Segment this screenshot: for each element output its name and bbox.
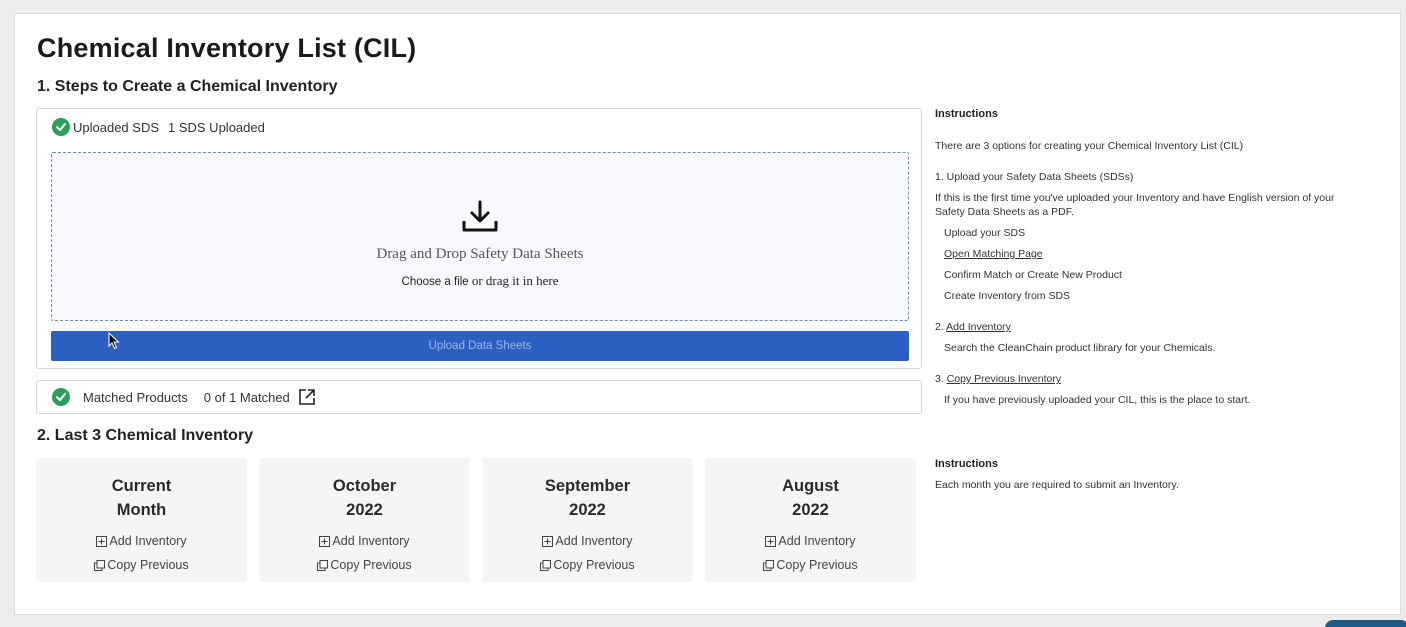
add-inventory-link[interactable]: Add Inventory bbox=[705, 534, 916, 548]
dropzone-title: Drag and Drop Safety Data Sheets bbox=[376, 246, 584, 262]
page-container: Chemical Inventory List (CIL) 1. Steps t… bbox=[14, 13, 1401, 615]
copy-icon bbox=[540, 559, 552, 571]
card-month: September 2022 bbox=[544, 477, 631, 519]
copy-previous-inventory-link[interactable]: Copy Previous Inventory bbox=[947, 373, 1061, 385]
option3-desc: If you have previously uploaded your CIL… bbox=[944, 394, 1251, 406]
option1-desc-b: Safety Data Sheets as a PDF. bbox=[935, 206, 1074, 218]
plus-square-icon bbox=[96, 535, 108, 547]
option1-step-confirm: Confirm Match or Create New Product bbox=[944, 269, 1122, 281]
uploaded-status: Uploaded SDS 1 SDS Uploaded bbox=[52, 118, 265, 136]
inventory-card: October 2022 Add Inventory Copy Previous bbox=[259, 458, 470, 582]
add-inventory-link[interactable]: Add Inventory bbox=[482, 534, 693, 548]
add-inventory-link[interactable]: Add Inventory bbox=[259, 534, 470, 548]
check-circle-icon bbox=[52, 118, 70, 136]
copy-previous-link[interactable]: Copy Previous bbox=[259, 558, 470, 572]
matched-count: 0 of 1 Matched bbox=[203, 389, 290, 405]
copy-previous-link[interactable]: Copy Previous bbox=[705, 558, 916, 572]
option1-title: 1. Upload your Safety Data Sheets (SDSs) bbox=[935, 171, 1134, 183]
inventory-card: September 2022 Add Inventory Copy Previou… bbox=[482, 458, 693, 582]
matched-label: Matched Products bbox=[83, 389, 188, 405]
page-title: Chemical Inventory List (CIL) bbox=[37, 33, 417, 63]
copy-icon bbox=[763, 559, 775, 571]
card-month: October 2022 bbox=[332, 477, 397, 519]
instructions2-heading: Instructions bbox=[935, 458, 998, 470]
copy-previous-link[interactable]: Copy Previous bbox=[36, 558, 247, 572]
copy-icon bbox=[317, 559, 329, 571]
uploaded-count: 1 SDS Uploaded bbox=[168, 119, 265, 135]
card-month: Current Month bbox=[111, 477, 172, 519]
inventory-card: August 2022 Add Inventory Copy Previous bbox=[705, 458, 916, 582]
upload-data-sheets-button[interactable]: Upload Data Sheets bbox=[51, 331, 909, 361]
add-inventory-instruction-link[interactable]: Add Inventory bbox=[946, 321, 1011, 333]
section1-heading: 1. Steps to Create a Chemical Inventory bbox=[37, 78, 338, 95]
option3-title: 3. Copy Previous Inventory bbox=[935, 373, 1062, 385]
help-tab[interactable] bbox=[1325, 620, 1406, 627]
dropzone-or-text: or drag it in here bbox=[471, 273, 559, 288]
uploaded-label: Uploaded SDS bbox=[73, 119, 159, 135]
section2-heading: 2. Last 3 Chemical Inventory bbox=[37, 427, 254, 444]
upload-panel: Uploaded SDS 1 SDS Uploaded Drag and Dro… bbox=[36, 108, 922, 369]
copy-icon bbox=[94, 559, 106, 571]
option1-desc-a: If this is the first time you've uploade… bbox=[935, 192, 1335, 204]
check-circle-icon bbox=[52, 388, 70, 406]
external-link-icon[interactable] bbox=[298, 388, 316, 406]
inventory-cards: Current Month Add Inventory Copy Previous… bbox=[36, 458, 916, 582]
inventory-card: Current Month Add Inventory Copy Previous bbox=[36, 458, 247, 582]
open-matching-page-link[interactable]: Open Matching Page bbox=[944, 247, 1043, 261]
mouse-cursor-icon bbox=[108, 332, 120, 350]
add-inventory-link[interactable]: Add Inventory bbox=[36, 534, 247, 548]
download-icon bbox=[462, 200, 498, 232]
sds-dropzone[interactable]: Drag and Drop Safety Data Sheets Choose … bbox=[51, 152, 909, 321]
instructions2-text: Each month you are required to submit an… bbox=[935, 479, 1179, 491]
instructions-heading: Instructions bbox=[935, 108, 998, 120]
option1-step-upload: Upload your SDS bbox=[944, 227, 1026, 239]
choose-file-link[interactable]: Choose a file bbox=[402, 276, 469, 288]
card-month: August 2022 bbox=[782, 477, 839, 519]
dropzone-subtitle: Choose a file or drag it in here bbox=[52, 273, 908, 289]
instructions-intro: There are 3 options for creating your Ch… bbox=[935, 140, 1244, 152]
plus-square-icon bbox=[765, 535, 777, 547]
plus-square-icon bbox=[542, 535, 554, 547]
option2-title: 2. Add Inventory bbox=[935, 321, 1011, 333]
plus-square-icon bbox=[319, 535, 331, 547]
option1-step-create: Create Inventory from SDS bbox=[944, 290, 1071, 302]
option2-desc: Search the CleanChain product library fo… bbox=[944, 342, 1216, 354]
copy-previous-link[interactable]: Copy Previous bbox=[482, 558, 693, 572]
matched-products-panel: Matched Products 0 of 1 Matched bbox=[36, 380, 922, 414]
